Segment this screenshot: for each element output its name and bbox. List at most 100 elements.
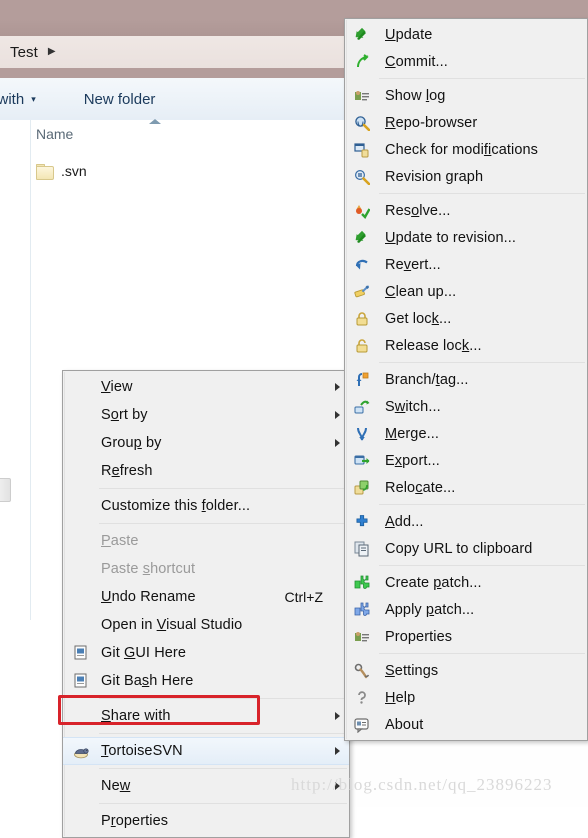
copy-url-icon	[345, 535, 379, 562]
menu-item-update[interactable]: Update	[345, 21, 587, 48]
menu-separator	[379, 362, 585, 363]
menu-item-icon-empty	[63, 429, 99, 457]
merge-icon	[345, 420, 379, 447]
git-bash-icon	[63, 667, 99, 695]
menu-item-update-to-revision[interactable]: Update to revision...	[345, 224, 587, 251]
commit-icon	[345, 48, 379, 75]
column-header-row[interactable]: Name	[36, 122, 336, 150]
menu-item-export[interactable]: Export...	[345, 447, 587, 474]
menu-item-icon-empty	[63, 401, 99, 429]
menu-item-switch[interactable]: Switch...	[345, 393, 587, 420]
menu-item-undo-rename[interactable]: Undo Rename Ctrl+Z	[63, 583, 349, 611]
menu-separator	[99, 768, 347, 769]
update-icon	[345, 21, 379, 48]
tortoisesvn-submenu[interactable]: Update Commit... Show log Repo-browser Check…	[344, 18, 588, 741]
chevron-down-icon: ▾	[31, 93, 36, 104]
menu-item-icon-empty	[63, 583, 99, 611]
menu-item-refresh[interactable]: Refresh	[63, 457, 349, 485]
menu-item-icon-empty	[63, 492, 99, 520]
menu-item-git-bash-here[interactable]: Git Bash Here	[63, 667, 349, 695]
menu-item-apply-patch[interactable]: Apply patch...	[345, 596, 587, 623]
menu-item-resolve[interactable]: Resolve...	[345, 197, 587, 224]
menu-item-release-lock[interactable]: Release lock...	[345, 332, 587, 359]
list-item[interactable]: .svn	[36, 160, 87, 182]
menu-item-show-log[interactable]: Show log	[345, 82, 587, 109]
menu-separator	[379, 193, 585, 194]
menu-item-icon-empty	[63, 373, 99, 401]
column-header-name[interactable]: Name	[36, 126, 73, 142]
switch-icon	[345, 393, 379, 420]
menu-item-view[interactable]: View	[63, 373, 349, 401]
menu-item-commit[interactable]: Commit...	[345, 48, 587, 75]
tortoisesvn-submenu-items: Update Commit... Show log Repo-browser Check…	[345, 21, 587, 738]
menu-item-branch-tag[interactable]: Branch/tag...	[345, 366, 587, 393]
toolbar-new-folder-label: New folder	[83, 90, 156, 108]
menu-separator	[379, 565, 585, 566]
menu-item-get-lock[interactable]: Get lock...	[345, 305, 587, 332]
check-mods-icon	[345, 136, 379, 163]
menu-item-icon-empty	[63, 772, 99, 800]
menu-item-paste-shortcut: Paste shortcut	[63, 555, 349, 583]
submenu-arrow-icon	[335, 747, 340, 755]
revision-graph-icon	[345, 163, 379, 190]
menu-item-relocate[interactable]: Relocate...	[345, 474, 587, 501]
toolbar-share-with-button[interactable]: re with ▾	[0, 91, 42, 108]
create-patch-icon	[345, 569, 379, 596]
menu-item-settings[interactable]: Settings	[345, 657, 587, 684]
breadcrumb[interactable]: Test ▶	[0, 36, 56, 68]
menu-item-about[interactable]: About	[345, 711, 587, 738]
toolbar-items: re with ▾ New folder	[0, 78, 161, 120]
navigation-scrollbar-thumb[interactable]	[0, 478, 11, 502]
menu-item-tortoisesvn[interactable]: TortoiseSVN	[63, 737, 349, 765]
menu-item-icon-empty	[63, 457, 99, 485]
resolve-icon	[345, 197, 379, 224]
menu-item-revert[interactable]: Revert...	[345, 251, 587, 278]
menu-item-clean-up[interactable]: Clean up...	[345, 278, 587, 305]
menu-item-repo-browser[interactable]: Repo-browser	[345, 109, 587, 136]
update-icon	[345, 224, 379, 251]
git-gui-icon	[63, 639, 99, 667]
menu-item-open-in-visual-studio[interactable]: Open in Visual Studio	[63, 611, 349, 639]
menu-item-customize-this-folder[interactable]: Customize this folder...	[63, 492, 349, 520]
svn-properties-icon	[345, 623, 379, 650]
submenu-arrow-icon	[335, 411, 340, 419]
menu-separator	[99, 488, 347, 489]
menu-item-share-with[interactable]: Share with	[63, 702, 349, 730]
watermark-text: http://blog.csdn.net/qq_23896223	[291, 775, 553, 794]
menu-item-icon-empty	[63, 702, 99, 730]
breadcrumb-item-test[interactable]: Test	[10, 44, 38, 61]
menu-item-properties[interactable]: Properties	[345, 623, 587, 650]
export-icon	[345, 447, 379, 474]
submenu-arrow-icon	[335, 439, 340, 447]
repo-browser-icon	[345, 109, 379, 136]
menu-item-add[interactable]: Add...	[345, 508, 587, 535]
tortoise-icon	[63, 738, 99, 766]
toolbar-new-folder-button[interactable]: New folder	[78, 91, 162, 108]
folder-icon	[36, 164, 54, 180]
menu-item-icon-empty	[63, 555, 99, 583]
menu-item-sort-by[interactable]: Sort by	[63, 401, 349, 429]
menu-item-check-for-modifications[interactable]: Check for modifications	[345, 136, 587, 163]
menu-separator	[379, 78, 585, 79]
menu-item-group-by[interactable]: Group by	[63, 429, 349, 457]
show-log-icon	[345, 82, 379, 109]
explorer-context-menu-items: View Sort by Group by Refresh Customize this…	[63, 373, 349, 835]
menu-item-create-patch[interactable]: Create patch...	[345, 569, 587, 596]
menu-item-properties[interactable]: Properties	[63, 807, 349, 835]
menu-item-copy-url-to-clipboard[interactable]: Copy URL to clipboard	[345, 535, 587, 562]
menu-item-git-gui-here[interactable]: Git GUI Here	[63, 639, 349, 667]
menu-separator	[99, 523, 347, 524]
menu-item-icon-empty	[63, 807, 99, 835]
menu-item-shortcut: Ctrl+Z	[284, 589, 324, 605]
menu-separator	[99, 733, 347, 734]
menu-item-icon-empty	[63, 527, 99, 555]
add-icon	[345, 508, 379, 535]
explorer-context-menu[interactable]: View Sort by Group by Refresh Customize this…	[62, 370, 350, 838]
breadcrumb-chevron-icon[interactable]: ▶	[48, 47, 56, 57]
menu-item-revision-graph[interactable]: Revision graph	[345, 163, 587, 190]
menu-separator	[379, 504, 585, 505]
settings-icon	[345, 657, 379, 684]
menu-item-help[interactable]: Help	[345, 684, 587, 711]
cleanup-icon	[345, 278, 379, 305]
menu-item-merge[interactable]: Merge...	[345, 420, 587, 447]
